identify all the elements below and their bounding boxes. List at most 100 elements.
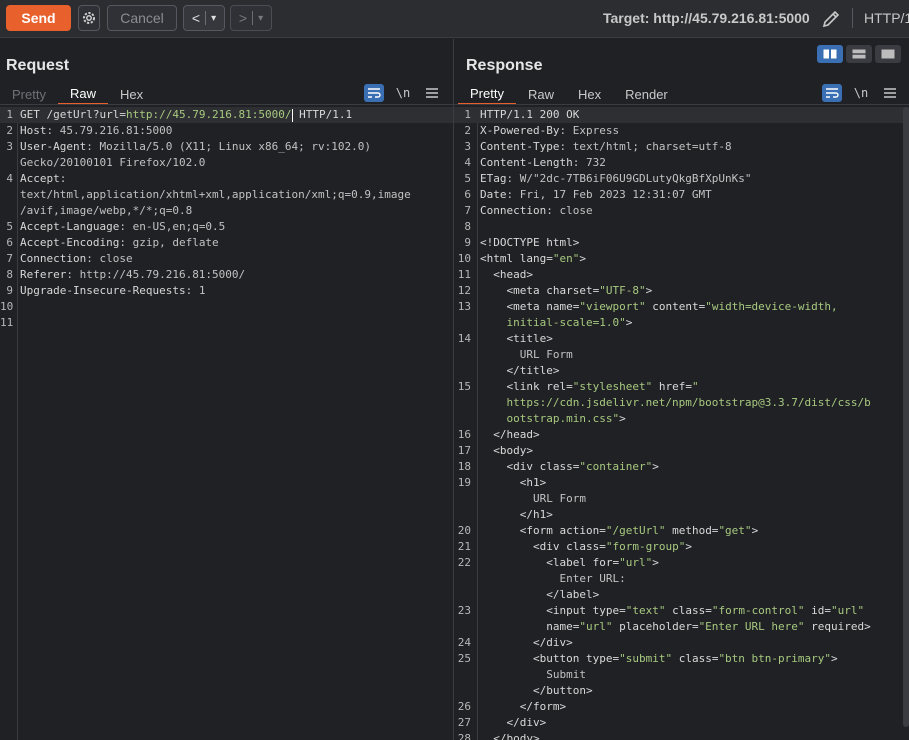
code-line[interactable]: 25 <button type="submit" class="btn btn-… <box>454 651 909 667</box>
line-number: 5 <box>6 220 13 233</box>
request-tab-raw[interactable]: Raw <box>57 83 108 105</box>
response-tab-hex[interactable]: Hex <box>566 83 613 105</box>
token: rel= <box>546 380 573 393</box>
edit-target-pencil-icon[interactable] <box>820 8 842 30</box>
code-line[interactable]: 10 <box>0 299 453 315</box>
code-line[interactable]: 4 Accept: <box>0 171 453 187</box>
code-line[interactable]: Gecko/20100101 Firefox/102.0 <box>0 155 453 171</box>
code-line[interactable]: 9 <!DOCTYPE html> <box>454 235 909 251</box>
code-line[interactable]: 28 </body> <box>454 731 909 740</box>
code-line[interactable]: text/html,application/xhtml+xml,applicat… <box>0 187 453 203</box>
code-line[interactable]: 19 <h1> <box>454 475 909 491</box>
history-forward-button[interactable]: > ▾ <box>230 5 272 31</box>
line-text: <title> <box>480 331 552 347</box>
code-line[interactable]: 15 <link rel="stylesheet" href=" <box>454 379 909 395</box>
code-line[interactable]: 8 <box>454 219 909 235</box>
code-line[interactable]: URL Form <box>454 491 909 507</box>
code-line[interactable]: 27 </div> <box>454 715 909 731</box>
code-line[interactable]: ootstrap.min.css"> <box>454 411 909 427</box>
word-wrap-icon[interactable] <box>364 84 384 102</box>
request-tab-pretty[interactable]: Pretty <box>0 83 58 105</box>
code-line[interactable]: 7 Connection: close <box>454 203 909 219</box>
token: : en-US,en;q=0.5 <box>119 220 226 233</box>
code-line[interactable]: 8 Referer: http://45.79.216.81:5000/ <box>0 267 453 283</box>
code-line[interactable]: 9 Upgrade-Insecure-Requests: 1 <box>0 283 453 299</box>
token: HTTP/1.1 <box>292 108 353 121</box>
layout-tabbed-icon[interactable] <box>875 45 901 63</box>
code-line[interactable]: 1 GET /getUrl?url=http://45.79.216.81:500… <box>0 107 453 123</box>
code-line[interactable]: 5 Accept-Language: en-US,en;q=0.5 <box>0 219 453 235</box>
token: "en" <box>552 252 580 265</box>
show-newlines-icon[interactable]: \n <box>393 84 413 102</box>
token: : http://45.79.216.81:5000/ <box>66 268 246 281</box>
line-text: X-Powered-By: Express <box>480 123 619 139</box>
code-line[interactable]: 22 <label for="url"> <box>454 555 909 571</box>
token: type= <box>585 652 620 665</box>
code-line[interactable]: </label> <box>454 587 909 603</box>
code-line[interactable]: 20 <form action="/getUrl" method="get"> <box>454 523 909 539</box>
code-line[interactable]: 6 Accept-Encoding: gzip, deflate <box>0 235 453 251</box>
response-tab-pretty[interactable]: Pretty <box>458 83 516 105</box>
request-editor[interactable]: 1 GET /getUrl?url=http://45.79.216.81:500… <box>0 107 453 740</box>
code-line[interactable]: 7 Connection: close <box>0 251 453 267</box>
code-line[interactable]: 23 <input type="text" class="form-contro… <box>454 603 909 619</box>
code-line[interactable]: 6 Date: Fri, 17 Feb 2023 12:31:07 GMT <box>454 187 909 203</box>
code-line[interactable]: </h1> <box>454 507 909 523</box>
code-line[interactable]: 13 <meta name="viewport" content="width=… <box>454 299 909 315</box>
token: : Mozilla/5.0 (X11; Linux x86_64; rv:102… <box>86 140 372 153</box>
code-line[interactable]: 21 <div class="form-group"> <box>454 539 909 555</box>
code-line[interactable]: 2 X-Powered-By: Express <box>454 123 909 139</box>
code-line[interactable]: 11 <head> <box>454 267 909 283</box>
code-line[interactable]: 17 <body> <box>454 443 909 459</box>
token: "Enter URL here" <box>698 620 805 633</box>
code-line[interactable]: Submit <box>454 667 909 683</box>
protocol-label[interactable]: HTTP/1 <box>864 10 909 26</box>
code-line[interactable]: 26 </form> <box>454 699 909 715</box>
history-back-button[interactable]: < ▾ <box>183 5 225 31</box>
token: </form> <box>480 700 567 713</box>
code-line[interactable]: https://cdn.jsdelivr.net/npm/bootstrap@3… <box>454 395 909 411</box>
token: placeholder= <box>612 620 699 633</box>
token: > <box>831 652 838 665</box>
show-newlines-icon[interactable]: \n <box>851 84 871 102</box>
chevron-down-icon[interactable]: ▾ <box>258 13 263 24</box>
code-line[interactable]: 10 <html lang="en"> <box>454 251 909 267</box>
code-line[interactable]: 4 Content-Length: 732 <box>454 155 909 171</box>
code-line[interactable]: 1 HTTP/1.1 200 OK <box>454 107 909 123</box>
code-line[interactable]: 3 User-Agent: Mozilla/5.0 (X11; Linux x86… <box>0 139 453 155</box>
code-line[interactable]: </title> <box>454 363 909 379</box>
code-line[interactable]: name="url" placeholder="Enter URL here" … <box>454 619 909 635</box>
code-line[interactable]: /avif,image/webp,*/*;q=0.8 <box>0 203 453 219</box>
code-line[interactable]: 14 <title> <box>454 331 909 347</box>
response-tab-render[interactable]: Render <box>613 83 680 105</box>
code-line[interactable]: </button> <box>454 683 909 699</box>
settings-gear-icon[interactable] <box>78 5 100 31</box>
send-button[interactable]: Send <box>6 5 71 31</box>
cancel-button[interactable]: Cancel <box>107 5 177 31</box>
response-tab-raw[interactable]: Raw <box>516 83 566 105</box>
menu-icon[interactable] <box>880 84 900 102</box>
code-line[interactable]: initial-scale=1.0"> <box>454 315 909 331</box>
code-line[interactable]: 16 </head> <box>454 427 909 443</box>
line-number: 26 <box>457 700 471 713</box>
response-scrollbar[interactable] <box>903 107 909 727</box>
code-line[interactable]: 5 ETag: W/"2dc-7TB6iF06U9GDLutyQkgBfXpUnK… <box>454 171 909 187</box>
chevron-down-icon[interactable]: ▾ <box>211 13 216 24</box>
code-line[interactable]: 18 <div class="container"> <box>454 459 909 475</box>
code-line[interactable]: 12 <meta charset="UTF-8"> <box>454 283 909 299</box>
tab-underline <box>454 104 909 105</box>
request-tab-hex[interactable]: Hex <box>108 83 155 105</box>
layout-stacked-icon[interactable] <box>846 45 872 63</box>
layout-side-by-side-icon[interactable] <box>817 45 843 63</box>
menu-icon[interactable] <box>422 84 442 102</box>
response-editor[interactable]: 1 HTTP/1.1 200 OK 2 X-Powered-By: Express 3 C… <box>454 107 909 740</box>
code-line[interactable]: 3 Content-Type: text/html; charset=utf-8 <box>454 139 909 155</box>
code-line[interactable]: 2 Host: 45.79.216.81:5000 <box>0 123 453 139</box>
code-line[interactable]: 11 <box>0 315 453 331</box>
word-wrap-icon[interactable] <box>822 84 842 102</box>
code-line[interactable]: URL Form <box>454 347 909 363</box>
request-tabs: Pretty Raw Hex <box>0 83 155 105</box>
response-tabs: Pretty Raw Hex Render <box>458 83 680 105</box>
code-line[interactable]: 24 </div> <box>454 635 909 651</box>
code-line[interactable]: Enter URL: <box>454 571 909 587</box>
